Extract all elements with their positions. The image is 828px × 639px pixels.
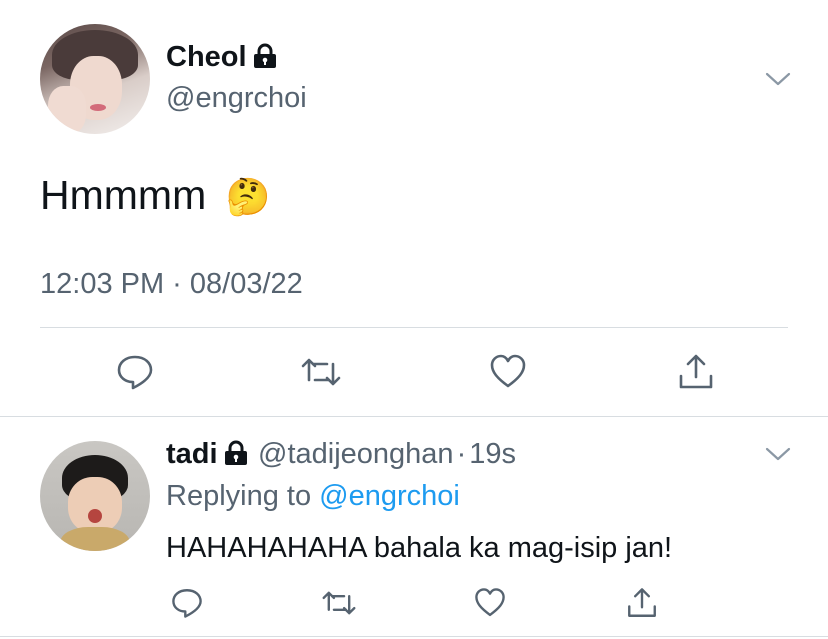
like-icon[interactable] (488, 352, 528, 392)
reply-header: tadi @tadijeonghan · 19s (166, 438, 516, 471)
author-handle[interactable]: @engrchoi (166, 82, 307, 115)
reply-author-name[interactable]: tadi (166, 438, 218, 470)
reply-author-avatar[interactable] (40, 441, 150, 551)
reply-author-handle[interactable]: @tadijeonghan (258, 438, 454, 470)
reply-text: HAHAHAHAHA bahala ka mag-isip jan! (166, 532, 673, 564)
replying-to-handle[interactable]: @engrchoi (319, 480, 460, 512)
chevron-down-icon[interactable] (765, 71, 791, 87)
lock-icon (224, 440, 247, 465)
lock-icon (253, 43, 276, 68)
like-icon[interactable] (473, 586, 507, 620)
share-icon[interactable] (625, 586, 659, 620)
bottom-divider (0, 636, 828, 637)
reply-age: 19s (469, 438, 516, 470)
tweet-text: Hmmmm 🤔 (40, 172, 270, 219)
replying-to: Replying to @engrchoi (166, 480, 460, 513)
reply-icon[interactable] (170, 586, 204, 620)
author-avatar[interactable] (40, 24, 150, 134)
tweet-body: Hmmmm (40, 172, 207, 218)
thinking-face-emoji: 🤔 (225, 176, 271, 217)
divider (40, 327, 788, 328)
share-icon[interactable] (676, 352, 716, 392)
reply-icon[interactable] (115, 352, 155, 392)
author-name-row: Cheol (166, 41, 277, 74)
separator-dot: · (456, 438, 467, 470)
author-name[interactable]: Cheol (166, 41, 247, 73)
tweet-timestamp[interactable]: 12:03 PM · 08/03/22 (40, 268, 303, 301)
retweet-icon[interactable] (301, 352, 341, 392)
replying-to-prefix: Replying to (166, 480, 312, 512)
section-divider (0, 416, 828, 417)
retweet-icon[interactable] (322, 586, 356, 620)
chevron-down-icon[interactable] (765, 446, 791, 462)
